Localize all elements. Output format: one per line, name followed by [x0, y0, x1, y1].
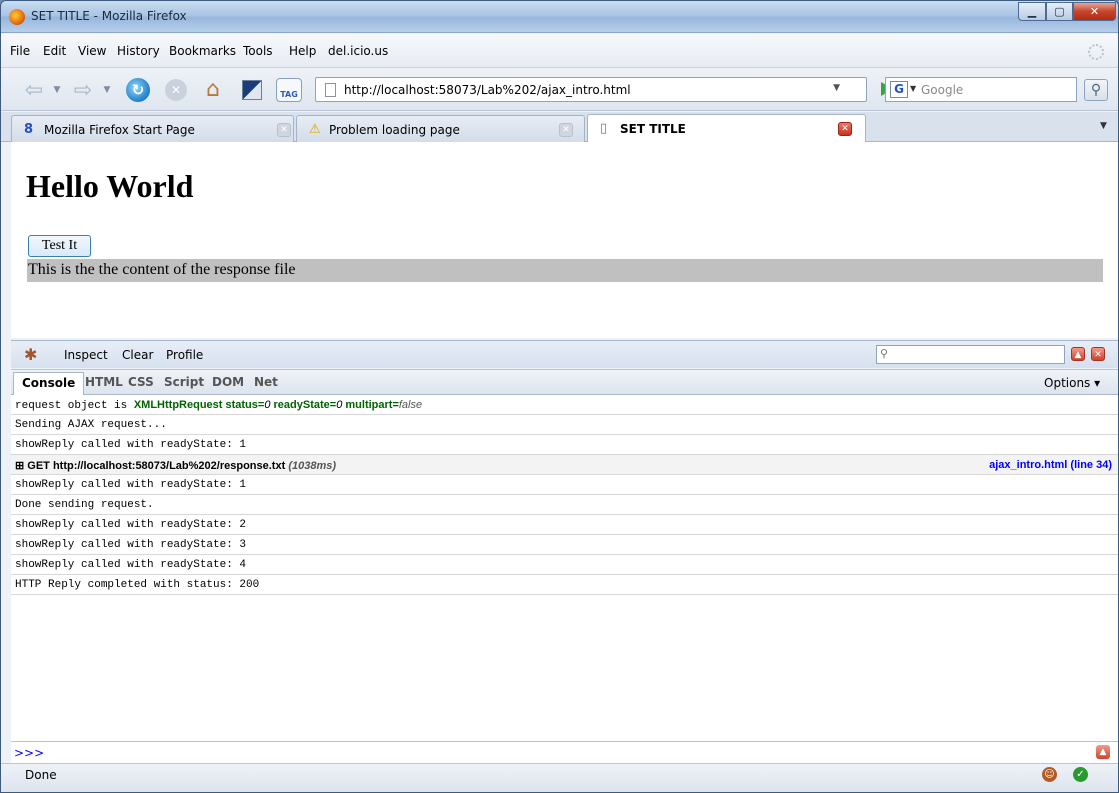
console-log: request object is XMLHttpRequest status=…: [11, 395, 1118, 741]
close-tab-icon[interactable]: ✕: [277, 123, 291, 137]
tab-strip: 8 Mozilla Firefox Start Page ✕ ⚠ Problem…: [1, 112, 1118, 143]
firebug-status-icon[interactable]: ✓: [1073, 767, 1088, 782]
menu-edit[interactable]: Edit: [43, 44, 66, 58]
log-row: Sending AJAX request...: [11, 415, 1118, 435]
tab-start-page[interactable]: 8 Mozilla Firefox Start Page ✕: [11, 115, 294, 142]
tab-set-title[interactable]: ▯ SET TITLE ✕: [587, 114, 866, 143]
firebug-detach-icon[interactable]: ▲: [1071, 347, 1085, 361]
search-input[interactable]: G ▼ Google: [885, 77, 1077, 102]
tab-console[interactable]: Console: [13, 372, 85, 395]
tab-script[interactable]: Script: [164, 375, 204, 389]
google-icon[interactable]: G: [890, 81, 908, 98]
extension-icon: [242, 80, 262, 100]
extension-button[interactable]: [239, 77, 265, 103]
log-row: HTTP Reply completed with status: 200: [11, 575, 1118, 595]
page-content: Hello World Test It This is the the cont…: [11, 142, 1118, 338]
page-heading: Hello World: [26, 168, 194, 204]
options-menu[interactable]: Options ▾: [1044, 376, 1100, 390]
back-history-dropdown[interactable]: ▼: [51, 77, 63, 103]
throbber-icon: [1088, 44, 1104, 60]
menu-file[interactable]: File: [10, 44, 30, 58]
url-bar[interactable]: http://localhost:58073/Lab%202/ajax_intr…: [315, 77, 867, 102]
content-scrollbar[interactable]: [1109, 142, 1118, 338]
command-prompt: >>>: [14, 746, 45, 760]
reload-icon: ↻: [126, 78, 150, 102]
search-button[interactable]: ⚲: [1084, 79, 1108, 101]
browser-window: SET TITLE - Mozilla Firefox ▁ ▢ ✕ File E…: [0, 0, 1119, 793]
close-tab-icon[interactable]: ✕: [838, 122, 852, 136]
tab-dom[interactable]: DOM: [212, 375, 244, 389]
page-icon: [325, 83, 336, 97]
forward-history-dropdown[interactable]: ▼: [101, 77, 113, 103]
google-icon: 8: [24, 122, 34, 137]
response-output: This is the the content of the response …: [27, 259, 1103, 282]
command-line[interactable]: >>> ▲: [11, 741, 1118, 763]
url-text[interactable]: http://localhost:58073/Lab%202/ajax_intr…: [344, 83, 631, 97]
stop-button[interactable]: ✕: [163, 77, 189, 103]
home-button[interactable]: ⌂: [199, 77, 227, 103]
tab-list-dropdown-icon[interactable]: ▼: [1100, 121, 1107, 131]
home-icon: ⌂: [206, 77, 220, 102]
tab-label: SET TITLE: [620, 122, 686, 136]
forward-arrow-icon[interactable]: ⇨: [68, 77, 98, 103]
reload-button[interactable]: ↻: [124, 77, 152, 103]
clear-button[interactable]: Clear: [122, 348, 153, 362]
tag-button[interactable]: TAG: [275, 77, 303, 103]
firefox-icon: [9, 9, 25, 25]
log-row: showReply called with readyState: 1: [11, 435, 1118, 455]
inspect-button[interactable]: Inspect: [64, 348, 108, 362]
minimize-button[interactable]: ▁: [1018, 2, 1046, 21]
menu-bar: File Edit View History Bookmarks Tools H…: [1, 34, 1118, 68]
log-row: showReply called with readyState: 3: [11, 535, 1118, 555]
profile-button[interactable]: Profile: [166, 348, 203, 362]
status-text: Done: [25, 768, 57, 782]
menu-tools[interactable]: Tools: [243, 44, 273, 58]
log-object[interactable]: XMLHttpRequest status=0 readyState=0 mul…: [134, 399, 422, 411]
search-icon: ⚲: [880, 347, 889, 360]
menu-bookmarks[interactable]: Bookmarks: [169, 44, 236, 58]
close-window-button[interactable]: ✕: [1073, 2, 1116, 21]
tab-problem-loading[interactable]: ⚠ Problem loading page ✕: [296, 115, 585, 142]
firebug-toolbar: ✱ Inspect Clear Profile ⚲ ▲ ✕: [11, 340, 1118, 368]
search-engine-dropdown-icon[interactable]: ▼: [910, 84, 916, 93]
search-placeholder: Google: [921, 83, 964, 97]
tab-css[interactable]: CSS: [128, 375, 154, 389]
status-bar: Done ☺ ✓: [1, 763, 1118, 792]
stop-icon: ✕: [165, 79, 187, 101]
window-title: SET TITLE - Mozilla Firefox: [31, 9, 187, 23]
log-row: request object is XMLHttpRequest status=…: [11, 395, 1118, 415]
request-row[interactable]: ⊞ GET http://localhost:58073/Lab%202/res…: [11, 455, 1118, 475]
back-arrow-icon[interactable]: ⇦: [19, 77, 49, 103]
log-row: showReply called with readyState: 4: [11, 555, 1118, 575]
log-row: showReply called with readyState: 1: [11, 475, 1118, 495]
tag-icon: TAG: [276, 78, 302, 102]
url-dropdown-icon[interactable]: ▼: [833, 83, 840, 93]
expand-icon[interactable]: ⊞: [15, 460, 27, 472]
tab-label: Mozilla Firefox Start Page: [44, 123, 195, 137]
menu-history[interactable]: History: [117, 44, 160, 58]
menu-delicious[interactable]: del.icio.us: [328, 44, 388, 58]
close-tab-icon[interactable]: ✕: [559, 123, 573, 137]
navigation-toolbar: ⇦ ▼ ⇨ ▼ ↻ ✕ ⌂ TAG http://localhost:58073…: [1, 68, 1118, 111]
tab-html[interactable]: HTML: [85, 375, 123, 389]
log-row: Done sending request.: [11, 495, 1118, 515]
page-icon: ▯: [600, 121, 608, 136]
maximize-button[interactable]: ▢: [1046, 2, 1073, 21]
source-link[interactable]: ajax_intro.html (line 34): [989, 459, 1112, 471]
tab-label: Problem loading page: [329, 123, 460, 137]
log-text: request object is: [15, 400, 128, 412]
test-it-button[interactable]: Test It: [28, 235, 91, 257]
menu-help[interactable]: Help: [289, 44, 316, 58]
firebug-icon[interactable]: ✱: [24, 345, 37, 364]
greasemonkey-icon[interactable]: ☺: [1042, 767, 1057, 782]
firebug-search-input[interactable]: ⚲: [876, 345, 1065, 364]
menu-view[interactable]: View: [78, 44, 106, 58]
warning-icon: ⚠: [309, 122, 321, 137]
tab-net[interactable]: Net: [254, 375, 278, 389]
firebug-close-icon[interactable]: ✕: [1091, 347, 1105, 361]
title-bar: SET TITLE - Mozilla Firefox ▁ ▢ ✕: [1, 1, 1118, 33]
firebug-tabs: Console HTML CSS Script DOM Net Options …: [11, 369, 1118, 395]
expand-command-line-icon[interactable]: ▲: [1096, 745, 1110, 759]
log-row: showReply called with readyState: 2: [11, 515, 1118, 535]
